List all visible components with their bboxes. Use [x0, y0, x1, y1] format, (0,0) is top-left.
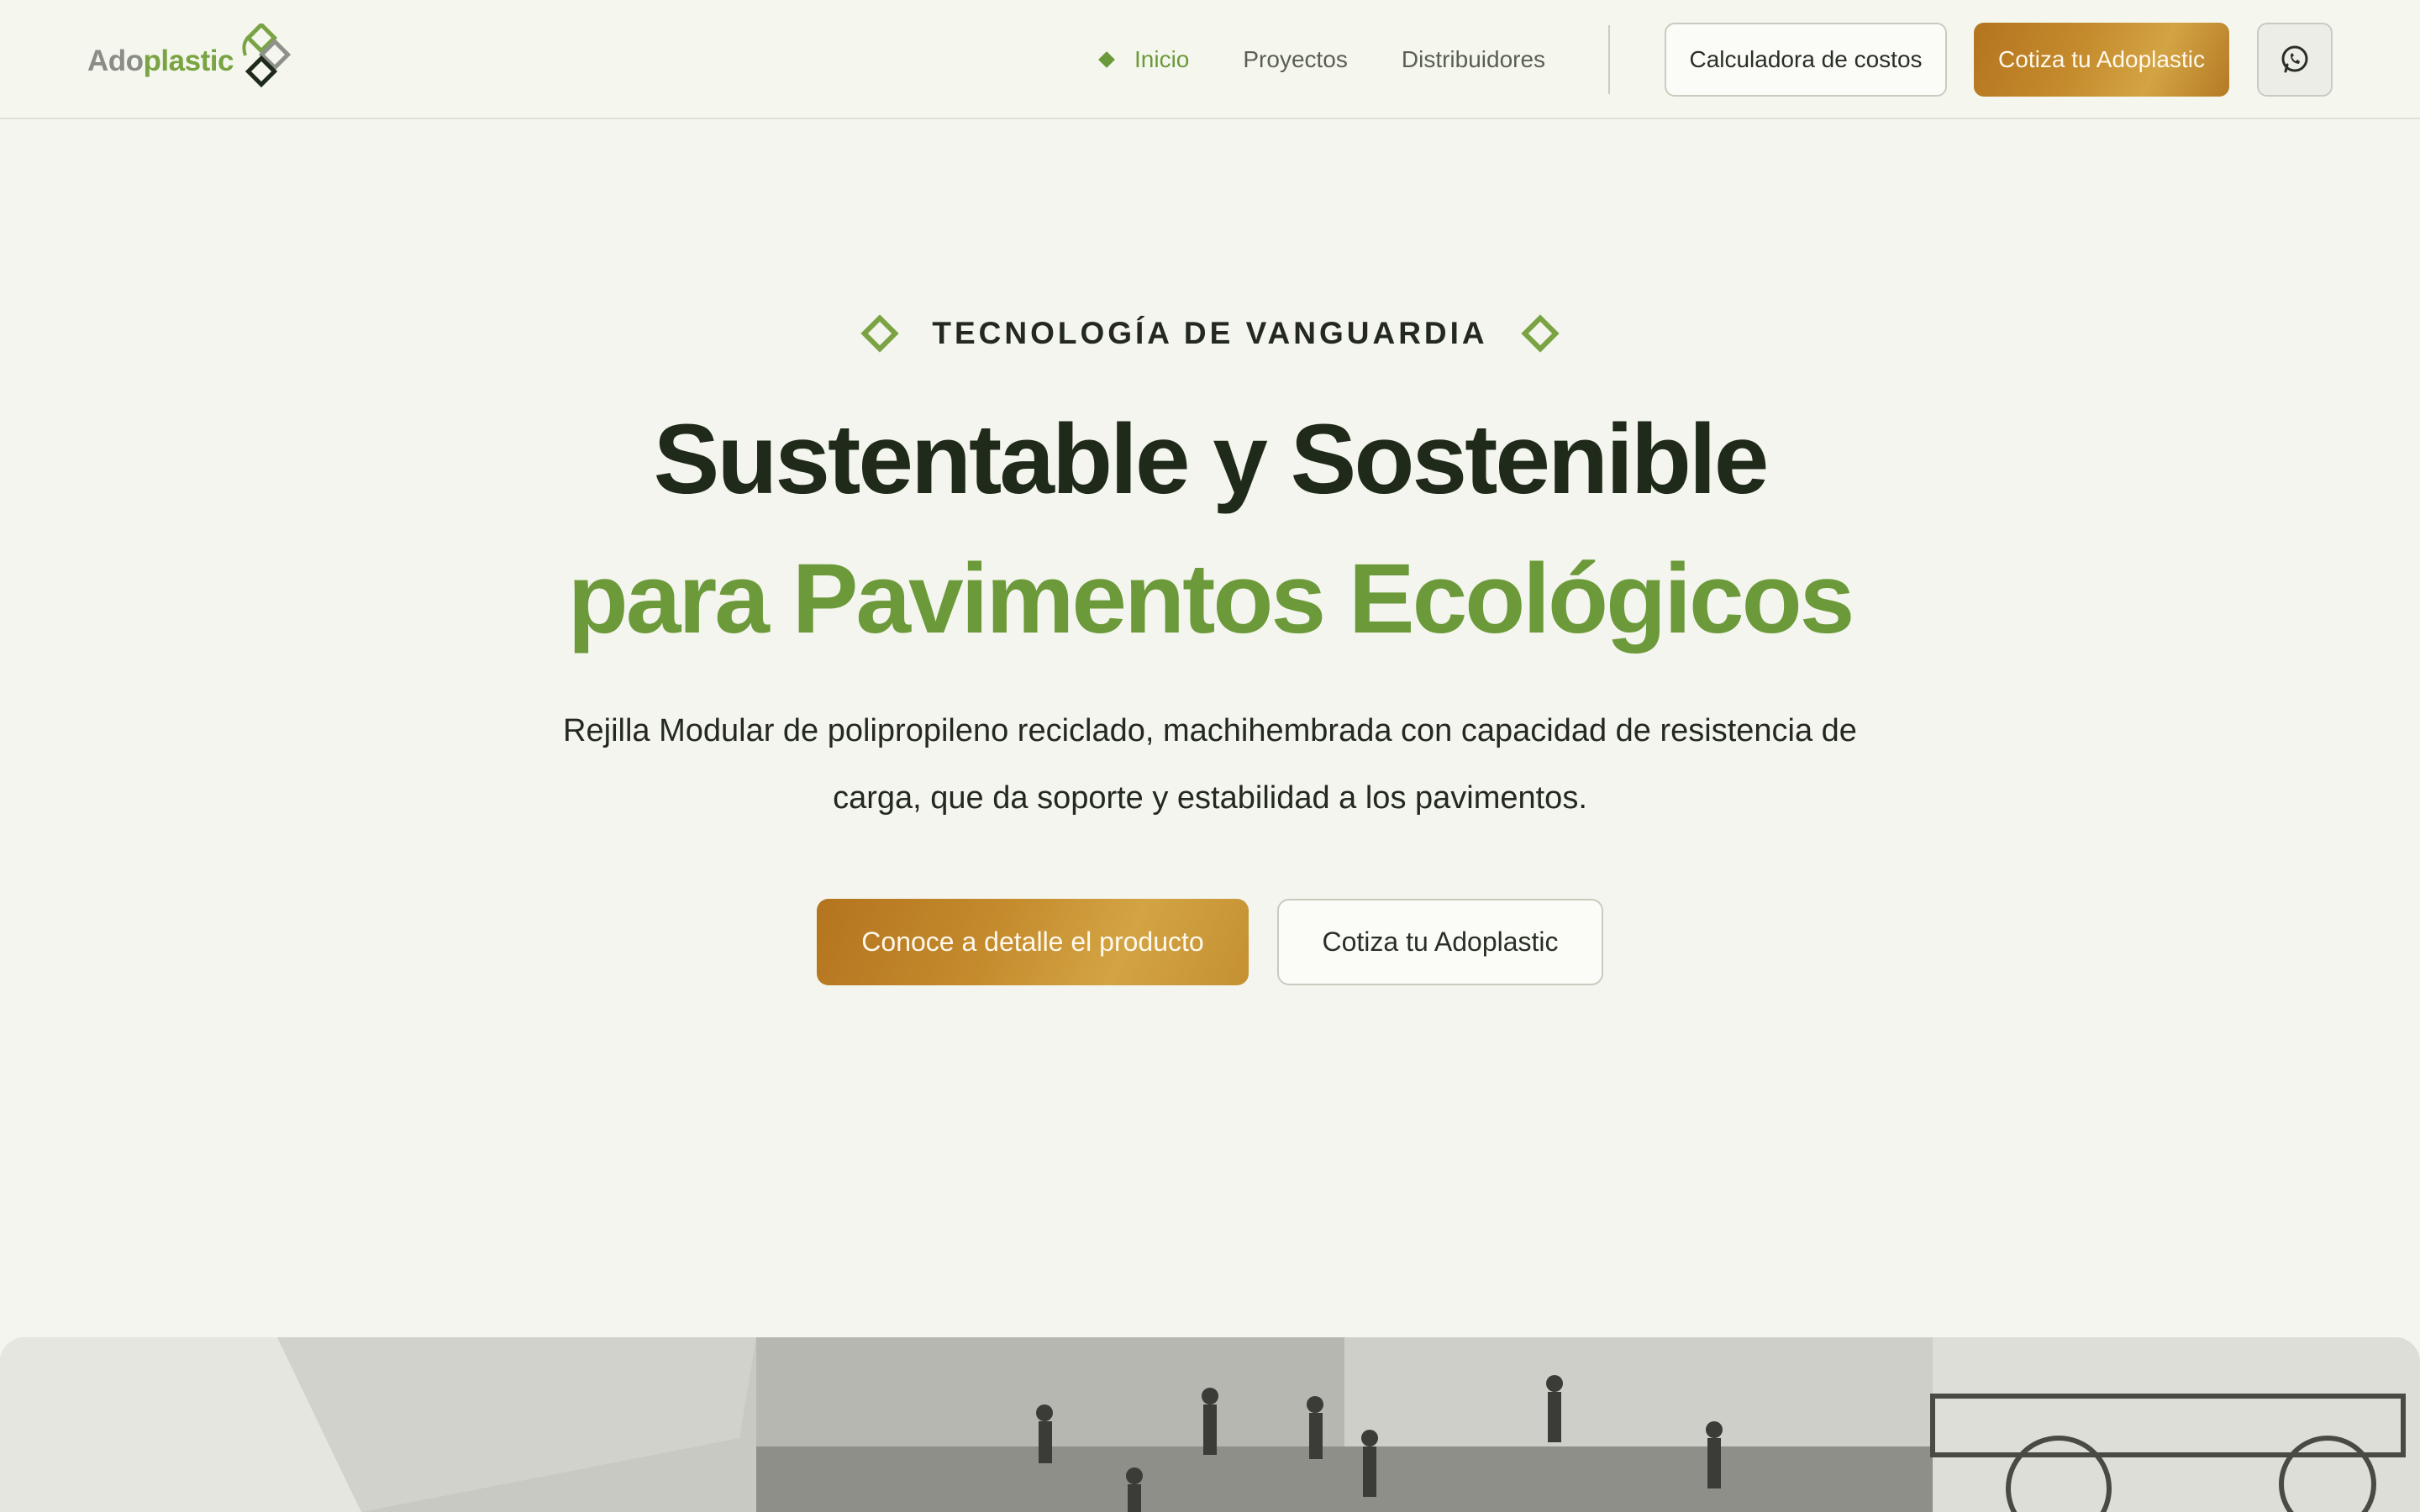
hero-quote-button[interactable]: Cotiza tu Adoplastic: [1277, 899, 1603, 985]
hero-eyebrow: TECNOLOGÍA DE VANGUARDIA: [0, 314, 2420, 353]
whatsapp-button[interactable]: [2257, 23, 2333, 97]
product-details-button[interactable]: Conoce a detalle el producto: [817, 899, 1249, 985]
top-navbar: Adoplastic Inicio Proyectos Distribuidor…: [0, 0, 2420, 119]
hero-subtitle: Rejilla Modular de polipropileno recicla…: [563, 713, 1857, 816]
hero-title-line-2: para Pavimentos Ecológicos: [567, 543, 1855, 654]
eyebrow-text: TECNOLOGÍA DE VANGUARDIA: [932, 316, 1488, 350]
nav-item-proyectos[interactable]: Proyectos: [1243, 46, 1348, 73]
diamond-outline-icon: [860, 314, 899, 353]
nav-item-distribuidores[interactable]: Distribuidores: [1402, 46, 1545, 73]
active-diamond-icon: [1098, 51, 1115, 68]
diamond-outline-icon: [1521, 314, 1560, 353]
logo-wordmark: Adoplastic: [87, 45, 234, 77]
logo[interactable]: Adoplastic: [87, 24, 296, 99]
logo-diamonds-icon: [229, 24, 296, 99]
hero-cta-row: Conoce a detalle el producto Cotiza tu A…: [0, 899, 2420, 985]
nav-item-label: Proyectos: [1243, 46, 1348, 72]
nav-item-label: Inicio: [1134, 46, 1190, 72]
nav-item-label: Distribuidores: [1401, 46, 1546, 72]
nav-divider: [1608, 25, 1610, 94]
video-frame-image: [0, 1337, 2420, 1512]
hero-title-line-1: Sustentable y Sostenible: [653, 404, 1770, 515]
quote-button[interactable]: Cotiza tu Adoplastic: [1974, 23, 2229, 97]
whatsapp-icon: [2281, 45, 2308, 73]
nav-item-inicio[interactable]: Inicio: [1098, 46, 1190, 73]
hero-video[interactable]: [0, 1337, 2420, 1512]
cost-calculator-button[interactable]: Calculadora de costos: [1665, 23, 1947, 97]
main-nav: Inicio Proyectos Distribuidores: [1098, 34, 1599, 86]
